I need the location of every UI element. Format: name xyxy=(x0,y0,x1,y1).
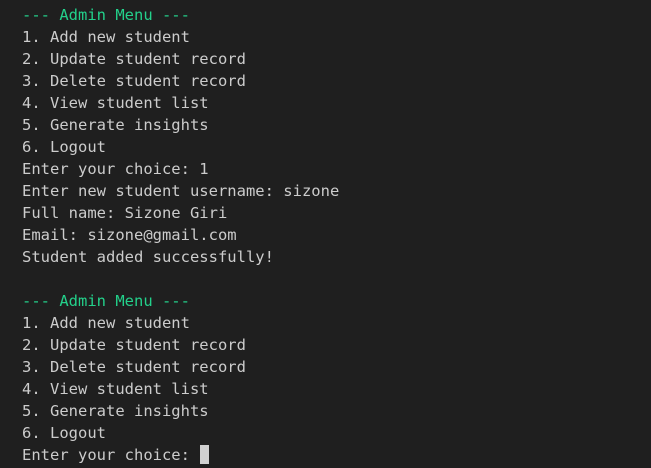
menu-item-delete-record: 3. Delete student record xyxy=(22,72,246,90)
input-prompt: Enter your choice: xyxy=(22,446,200,464)
input-prompt-line[interactable]: Enter your choice: xyxy=(22,444,651,466)
menu-item-add-student: 1. Add new student xyxy=(22,28,190,46)
menu-item-generate-insights: 5. Generate insights xyxy=(22,116,209,134)
fullname-prompt-line: Full name: Sizone Giri xyxy=(22,204,228,222)
menu-item-update-record: 2. Update student record xyxy=(22,336,246,354)
terminal-output[interactable]: --- Admin Menu --- 1. Add new student 2.… xyxy=(0,0,651,468)
success-message: Student added successfully! xyxy=(22,248,274,266)
text-cursor[interactable] xyxy=(200,445,210,464)
choice-prompt-line: Enter your choice: 1 xyxy=(22,160,209,178)
menu-header: --- Admin Menu --- xyxy=(22,292,190,310)
menu-item-delete-record: 3. Delete student record xyxy=(22,358,246,376)
menu-item-update-record: 2. Update student record xyxy=(22,50,246,68)
menu-item-add-student: 1. Add new student xyxy=(22,314,190,332)
menu-item-generate-insights: 5. Generate insights xyxy=(22,402,209,420)
menu-header: --- Admin Menu --- xyxy=(22,6,190,24)
username-prompt-line: Enter new student username: sizone xyxy=(22,182,340,200)
menu-item-view-list: 4. View student list xyxy=(22,380,209,398)
menu-item-logout: 6. Logout xyxy=(22,138,106,156)
menu-item-logout: 6. Logout xyxy=(22,424,106,442)
menu-item-view-list: 4. View student list xyxy=(22,94,209,112)
email-prompt-line: Email: sizone@gmail.com xyxy=(22,226,237,244)
